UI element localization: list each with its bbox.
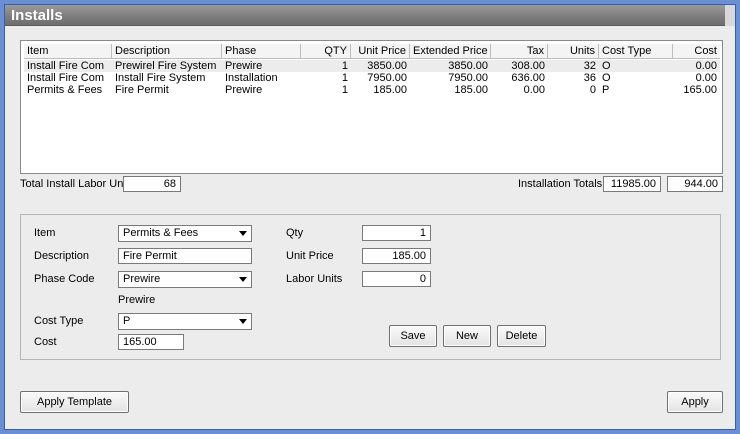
installs-grid[interactable]: Item Description Phase QTY Unit Price Ex… — [20, 40, 723, 174]
column-header-phase[interactable]: Phase — [222, 44, 301, 59]
cell-cost: 165.00 — [683, 84, 717, 96]
table-row[interactable]: Install Fire Com Install Fire System Ins… — [24, 72, 720, 84]
column-header-qty[interactable]: QTY — [301, 44, 351, 59]
cell-phase: Prewire — [225, 84, 263, 96]
phase-code-caption: Prewire — [118, 294, 156, 306]
cost-type-select[interactable]: P — [118, 313, 252, 330]
chevron-down-icon[interactable] — [239, 231, 247, 236]
grid-header: Item Description Phase QTY Unit Price Ex… — [24, 44, 720, 59]
window-title-text: Installs — [11, 7, 63, 24]
title-bar-edge — [725, 5, 735, 26]
column-header-units[interactable]: Units — [548, 44, 599, 59]
phase-code-select[interactable]: Prewire — [118, 271, 252, 288]
cell-qty: 1 — [341, 72, 348, 84]
column-header-item[interactable]: Item — [24, 44, 112, 59]
item-select-value: Permits & Fees — [123, 227, 199, 239]
table-row[interactable]: Install Fire Com Prewirel Fire System Pr… — [24, 60, 720, 72]
item-label: Item — [34, 227, 56, 239]
cell-description: Prewirel Fire System — [115, 60, 217, 72]
cell-cost-type: P — [602, 84, 610, 96]
apply-button[interactable]: Apply — [667, 391, 723, 413]
cell-item: Permits & Fees — [27, 84, 103, 96]
delete-button[interactable]: Delete — [497, 325, 546, 347]
chevron-down-icon[interactable] — [239, 277, 247, 282]
item-select[interactable]: Permits & Fees — [118, 225, 252, 242]
column-header-unit-price[interactable]: Unit Price — [351, 44, 410, 59]
apply-template-button[interactable]: Apply Template — [20, 391, 129, 413]
cost-type-select-value: P — [123, 315, 131, 327]
labor-units-label: Labor Units — [286, 273, 343, 285]
column-header-description[interactable]: Description — [112, 44, 222, 59]
save-button[interactable]: Save — [389, 325, 437, 347]
window-title: Installs — [5, 5, 735, 26]
cell-unit-price: 3850.00 — [367, 60, 407, 72]
cell-tax: 0.00 — [523, 84, 545, 96]
cell-tax: 308.00 — [511, 60, 545, 72]
cell-extended-price: 185.00 — [454, 84, 488, 96]
column-header-cost[interactable]: Cost — [673, 44, 720, 59]
total-labor-units-label: Total Install Labor Units — [20, 178, 135, 190]
column-header-extended-price[interactable]: Extended Price — [410, 44, 491, 59]
cell-cost-type: O — [602, 60, 611, 72]
cell-units: 0 — [589, 84, 596, 96]
cost-label: Cost — [34, 336, 57, 348]
cell-item: Install Fire Com — [27, 72, 105, 84]
installs-window: Installs Item Description Phase QTY Unit… — [4, 4, 736, 430]
total-labor-units-field: 68 — [123, 176, 181, 192]
unit-price-field[interactable]: 185.00 — [362, 248, 431, 264]
cell-cost-type: O — [602, 72, 611, 84]
cell-cost: 0.00 — [695, 72, 717, 84]
cell-tax: 636.00 — [511, 72, 545, 84]
edit-panel: Item Permits & Fees Description Fire Per… — [20, 214, 721, 360]
new-button[interactable]: New — [443, 325, 491, 347]
cell-phase: Prewire — [225, 60, 263, 72]
unit-price-label: Unit Price — [286, 250, 334, 262]
qty-field[interactable]: 1 — [362, 225, 431, 241]
cell-item: Install Fire Com — [27, 60, 105, 72]
installation-total-cost-field: 944.00 — [667, 176, 723, 192]
labor-units-field[interactable]: 0 — [362, 271, 431, 287]
chevron-down-icon[interactable] — [239, 319, 247, 324]
qty-label: Qty — [286, 227, 304, 239]
phase-code-label: Phase Code — [34, 273, 95, 285]
cell-description: Install Fire System — [115, 72, 206, 84]
cost-field[interactable]: 165.00 — [118, 334, 184, 350]
cell-extended-price: 7950.00 — [448, 72, 488, 84]
cell-unit-price: 7950.00 — [367, 72, 407, 84]
cell-cost: 0.00 — [695, 60, 717, 72]
table-row[interactable]: Permits & Fees Fire Permit Prewire 1 185… — [24, 84, 720, 96]
description-label: Description — [34, 250, 90, 262]
installation-totals-label: Installation Totals — [518, 178, 603, 190]
cell-qty: 1 — [341, 60, 348, 72]
cell-units: 32 — [583, 60, 596, 72]
phase-code-select-value: Prewire — [123, 273, 161, 285]
cell-units: 36 — [583, 72, 596, 84]
installation-total-price-field: 11985.00 — [603, 176, 661, 192]
cell-phase: Installation — [225, 72, 278, 84]
cell-extended-price: 3850.00 — [448, 60, 488, 72]
cell-qty: 1 — [341, 84, 348, 96]
cell-description: Fire Permit — [115, 84, 169, 96]
column-header-cost-type[interactable]: Cost Type — [599, 44, 673, 59]
column-header-tax[interactable]: Tax — [491, 44, 548, 59]
cell-unit-price: 185.00 — [373, 84, 407, 96]
cost-type-label: Cost Type — [34, 315, 84, 327]
description-field[interactable]: Fire Permit — [118, 248, 252, 264]
